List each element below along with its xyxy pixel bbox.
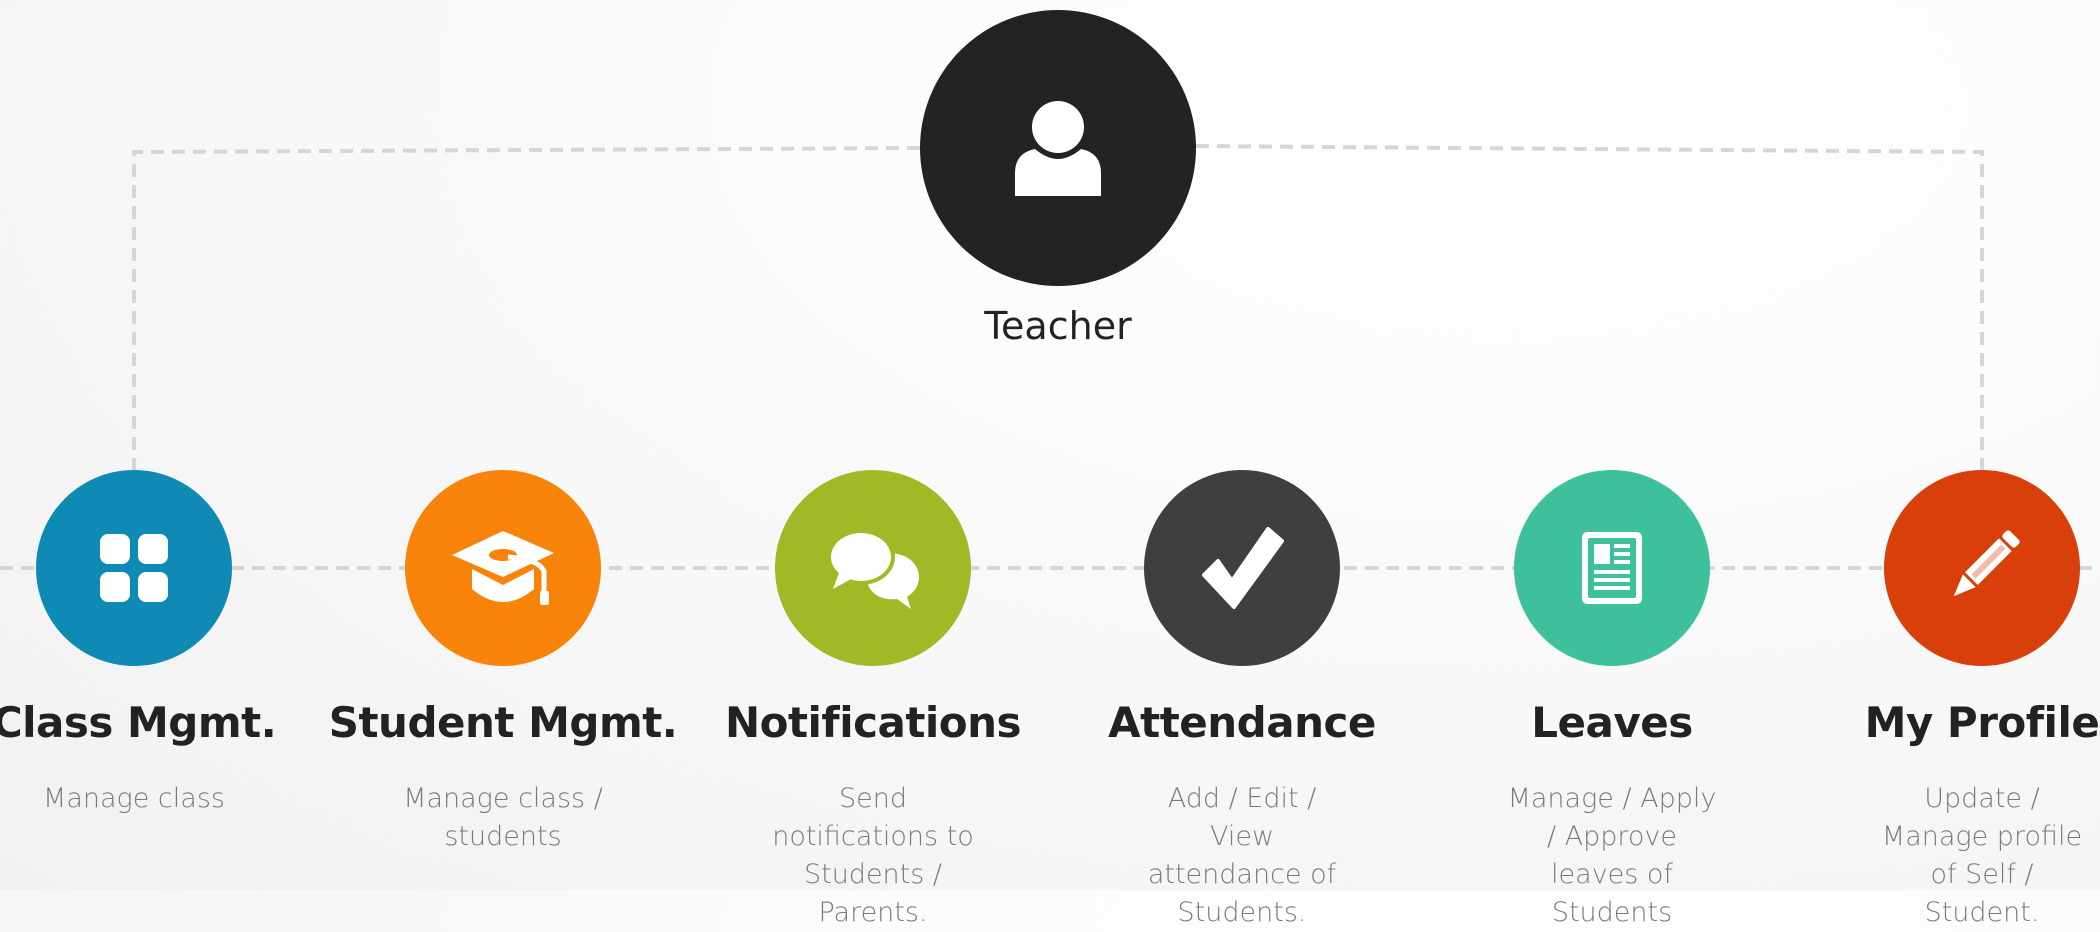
connector-left [132,146,921,470]
feature-leaves: Leaves Manage / Apply / Approve leaves o… [1427,470,1797,928]
checkmark-icon [1202,527,1284,609]
feature-title: Student Mgmt. [328,698,678,747]
feature-description: Update / Manage profile of Self / Studen… [1881,783,2083,928]
student-mgmt-button[interactable] [405,470,601,666]
notifications-button[interactable] [775,470,971,666]
feature-class-mgmt: Class Mgmt. Manage class [0,470,319,890]
feature-student-mgmt: Student Mgmt. Manage class / students [318,470,688,890]
leaves-button[interactable] [1514,470,1710,666]
attendance-button[interactable] [1144,470,1340,666]
document-icon [1582,532,1642,604]
pencil-icon [1953,530,2020,597]
feature-description: Manage / Apply / Approve leaves of Stude… [1507,783,1717,928]
feature-title: Leaves [1531,698,1693,747]
connector-right [1195,144,1984,470]
feature-title: My Profile [1864,698,2100,747]
chat-bubbles-icon [827,529,919,609]
teacher-label: Teacher [984,304,1132,348]
feature-description: Manage class [43,783,225,814]
feature-description: Add / Edit / View attendance of Students… [1147,783,1337,928]
feature-description: Manage class / students [403,783,603,852]
grid-icon [100,534,168,602]
teacher-node[interactable] [920,10,1196,286]
feature-my-profile: My Profile Update / Manage profile of Se… [1797,470,2100,928]
feature-title: Class Mgmt. [0,698,277,747]
feature-title: Notifications [724,698,1022,747]
my-profile-button[interactable] [1884,470,2080,666]
feature-notifications: Notifications Send notifications to Stud… [688,470,1058,928]
class-mgmt-button[interactable] [36,470,232,666]
user-icon [1015,101,1101,196]
graduation-cap-icon [452,531,554,605]
feature-title: Attendance [1108,698,1376,747]
feature-attendance: Attendance Add / Edit / View attendance … [1057,470,1427,928]
feature-description: Send notifications to Students / Parents… [772,783,974,928]
